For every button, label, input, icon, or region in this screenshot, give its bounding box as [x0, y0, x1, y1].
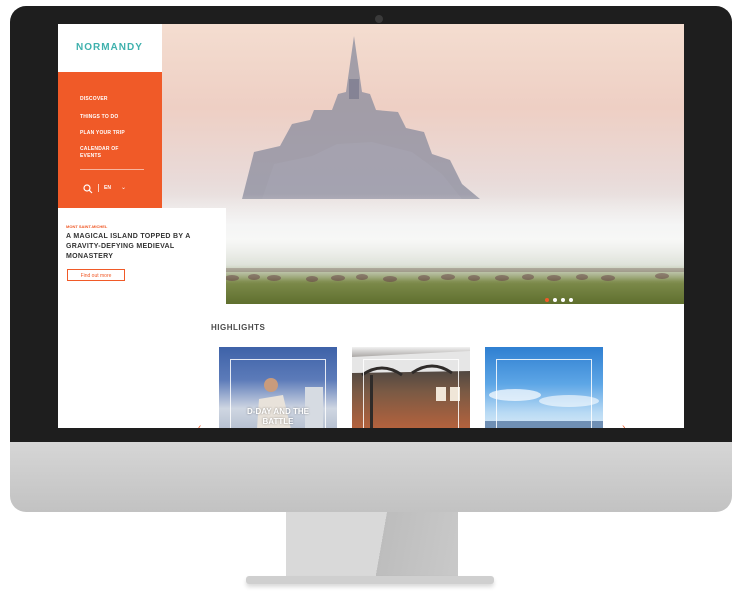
language-divider [98, 184, 99, 192]
card-frame [496, 359, 592, 428]
carousel-dots[interactable] [545, 289, 577, 304]
hero-caption: MONT SAINT-MICHEL A MAGICAL ISLAND TOPPE… [58, 208, 226, 304]
carousel-prev-icon[interactable]: ‹ [198, 422, 201, 428]
hero-kicker: MONT SAINT-MICHEL [66, 224, 108, 229]
logo-area[interactable]: NORMANDY [58, 24, 162, 72]
highlights-title: HIGHLIGHTS [211, 323, 266, 332]
website-screen: NORMANDY DISCOVER THINGS TO DO PLAN YOUR… [58, 24, 684, 428]
nav-item-calendar-of-events[interactable]: CALENDAR OF EVENTS [80, 146, 136, 160]
monitor-stand [286, 512, 458, 578]
monitor-chin [10, 442, 732, 512]
highlight-card-dday[interactable]: D-DAY AND THE BATTLE [219, 347, 337, 428]
carousel-dot-4[interactable] [569, 298, 573, 302]
card-frame [363, 359, 459, 428]
hero-title: A MAGICAL ISLAND TOPPED BY A GRAVITY-DEF… [66, 233, 191, 260]
carousel-dot-1[interactable] [545, 298, 549, 302]
carousel-next-icon[interactable]: › [622, 422, 625, 428]
nav-divider [80, 169, 144, 170]
card-label: D-DAY AND THE BATTLE [247, 407, 309, 426]
carousel-dot-3[interactable] [561, 298, 565, 302]
highlight-card-beach[interactable] [485, 347, 603, 428]
site-logo[interactable]: NORMANDY [76, 42, 143, 53]
nav-item-discover[interactable]: DISCOVER [80, 96, 108, 103]
chevron-down-icon[interactable]: ⌄ [121, 184, 126, 191]
hero-image [162, 24, 684, 304]
find-out-more-button[interactable]: Find out more [67, 269, 125, 281]
carousel-dot-2[interactable] [553, 298, 557, 302]
monitor-base [246, 576, 494, 584]
highlight-card-station[interactable] [352, 347, 470, 428]
hero-mist [162, 194, 684, 284]
camera-icon [375, 15, 383, 23]
nav-item-plan-your-trip[interactable]: PLAN YOUR TRIP [80, 130, 125, 137]
search-icon[interactable] [83, 181, 93, 199]
language-selector[interactable]: EN [104, 185, 111, 191]
nav-item-things-to-do[interactable]: THINGS TO DO [80, 114, 118, 121]
